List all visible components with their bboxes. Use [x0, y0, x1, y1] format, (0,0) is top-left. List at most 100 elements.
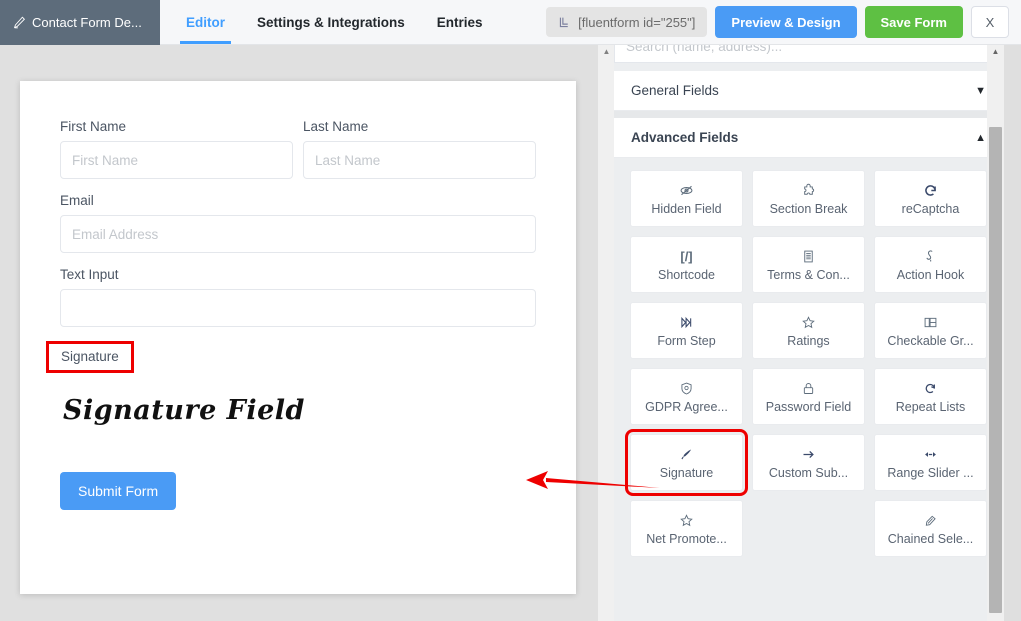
- field-tile-shortcode[interactable]: [/] Shortcode: [630, 236, 743, 293]
- field-tile-label: reCaptcha: [901, 201, 960, 216]
- field-tile-hidden-field[interactable]: Hidden Field: [630, 170, 743, 227]
- arrow-right-icon: [801, 446, 816, 463]
- save-form-button[interactable]: Save Form: [864, 6, 963, 38]
- last-name-input[interactable]: [303, 141, 536, 179]
- code-brackets-icon: [/]: [680, 248, 693, 264]
- form-title-tab[interactable]: Contact Form De...: [0, 0, 160, 45]
- field-tile-label: Custom Sub...: [768, 465, 849, 480]
- checkable-grid-icon: [923, 314, 938, 331]
- shield-check-icon: [679, 380, 694, 397]
- field-tile-range-slider[interactable]: Range Slider ...: [874, 434, 987, 491]
- general-fields-title: General Fields: [631, 83, 719, 98]
- preview-design-button[interactable]: Preview & Design: [715, 6, 857, 38]
- email-input[interactable]: [60, 215, 536, 253]
- advanced-fields-title: Advanced Fields: [631, 130, 739, 145]
- panel-scroll-thumb[interactable]: [989, 127, 1002, 613]
- section-divider: [614, 111, 1003, 118]
- field-tile-action-hook[interactable]: Action Hook: [874, 236, 987, 293]
- signature-label: Signature: [61, 349, 119, 364]
- chevron-down-icon: ▼: [975, 84, 986, 97]
- field-first-name: First Name: [60, 119, 293, 179]
- range-slider-icon: [923, 446, 938, 463]
- eye-slash-icon: [679, 182, 694, 199]
- tab-editor-label: Editor: [186, 14, 225, 30]
- field-tile-recaptcha[interactable]: reCaptcha: [874, 170, 987, 227]
- form-canvas: First Name Last Name Email Text Input: [0, 45, 597, 621]
- field-tile-gdpr-agreement[interactable]: GDPR Agree...: [630, 368, 743, 425]
- field-tile-signature[interactable]: Signature: [625, 429, 748, 496]
- shortcode-value: [fluentform id="255"]: [578, 14, 696, 30]
- text-input-field[interactable]: [60, 289, 536, 327]
- canvas-scrollbar[interactable]: ▲: [597, 45, 614, 621]
- field-tile-form-step[interactable]: Form Step: [630, 302, 743, 359]
- field-tile-section-break[interactable]: Section Break: [752, 170, 865, 227]
- header-actions: [fluentform id="255"] Preview & Design S…: [546, 0, 1021, 44]
- tab-entries[interactable]: Entries: [421, 0, 499, 44]
- field-tile-terms-conditions[interactable]: Terms & Con...: [752, 236, 865, 293]
- field-tile-net-promoter[interactable]: Net Promote...: [630, 500, 743, 557]
- first-name-input[interactable]: [60, 141, 293, 179]
- field-tile-label: Shortcode: [658, 267, 715, 282]
- field-tile-repeat-lists[interactable]: Repeat Lists: [874, 368, 987, 425]
- chain-icon: [923, 512, 938, 529]
- submit-form-button[interactable]: Submit Form: [60, 472, 177, 510]
- star-icon: [801, 314, 816, 331]
- first-name-label: First Name: [60, 119, 127, 134]
- field-tile-ratings[interactable]: Ratings: [752, 302, 865, 359]
- field-tile-password-field[interactable]: Password Field: [752, 368, 865, 425]
- editor-tabs: Editor Settings & Integrations Entries: [160, 0, 499, 44]
- field-tile-label: Repeat Lists: [895, 399, 966, 414]
- shortcode-icon: [558, 16, 571, 29]
- fields-panel-scrollbar[interactable]: ▲: [987, 45, 1004, 621]
- canvas-scroll-up-icon[interactable]: ▲: [598, 47, 615, 56]
- field-tile-custom-submit[interactable]: Custom Sub...: [752, 434, 865, 491]
- tab-settings-integrations[interactable]: Settings & Integrations: [241, 0, 421, 44]
- field-tile-label: Section Break: [769, 201, 848, 216]
- field-tile-chained-select[interactable]: Chained Sele...: [874, 500, 987, 557]
- close-button[interactable]: X: [971, 6, 1009, 38]
- section-general-fields[interactable]: General Fields ▼: [614, 71, 1003, 111]
- last-name-label: Last Name: [303, 119, 369, 134]
- app-header: Contact Form De... Editor Settings & Int…: [0, 0, 1021, 45]
- field-tile-label: Checkable Gr...: [887, 333, 974, 348]
- section-advanced-fields[interactable]: Advanced Fields ▲: [614, 118, 1003, 158]
- field-tile-label: Range Slider ...: [887, 465, 974, 480]
- tab-settings-label: Settings & Integrations: [257, 14, 405, 30]
- panel-sections: General Fields ▼ Advanced Fields ▲ Hidde…: [614, 71, 1003, 569]
- field-last-name: Last Name: [303, 119, 536, 179]
- recaptcha-icon: [923, 182, 938, 199]
- panel-scroll-up-icon[interactable]: ▲: [987, 47, 1004, 56]
- field-tile-empty-slot: [752, 500, 865, 557]
- field-search-box[interactable]: Search (name, address)...: [614, 45, 1003, 63]
- field-email: Email: [60, 193, 536, 253]
- signature-rendered-text: Signature Field: [63, 395, 305, 426]
- form-title-label: Contact Form De...: [32, 15, 142, 30]
- signature-label-highlight: Signature: [46, 341, 134, 373]
- field-tile-label: Action Hook: [896, 267, 965, 282]
- field-tile-label: Password Field: [765, 399, 852, 414]
- field-tile-label: Net Promote...: [646, 531, 727, 546]
- field-tile-label: GDPR Agree...: [645, 399, 728, 414]
- pen-nib-icon: [679, 446, 694, 463]
- fluentform-editor-screen: Contact Form De... Editor Settings & Int…: [0, 0, 1021, 621]
- hook-icon: [923, 248, 938, 265]
- field-signature: Signature Signature Field: [46, 341, 536, 426]
- field-tile-checkable-grid[interactable]: Checkable Gr...: [874, 302, 987, 359]
- field-tile-label: Form Step: [657, 333, 716, 348]
- email-label: Email: [60, 193, 94, 208]
- chevron-up-icon: ▲: [975, 131, 986, 144]
- shortcode-display[interactable]: [fluentform id="255"]: [546, 7, 708, 37]
- fields-panel: Search (name, address)... General Fields…: [614, 45, 1021, 621]
- repeat-icon: [923, 380, 938, 397]
- field-tile-label: Signature: [659, 465, 714, 480]
- page-scrollbar[interactable]: [1004, 45, 1021, 621]
- field-search-placeholder: Search (name, address)...: [626, 45, 783, 54]
- skip-forward-icon: [679, 314, 694, 331]
- field-text-input: Text Input: [60, 267, 536, 327]
- field-tile-label: Chained Sele...: [887, 531, 974, 546]
- puzzle-icon: [801, 182, 816, 199]
- text-input-label: Text Input: [60, 267, 119, 282]
- star-outline-icon: [679, 512, 694, 529]
- tab-editor[interactable]: Editor: [170, 0, 241, 44]
- field-tile-label: Terms & Con...: [767, 267, 850, 282]
